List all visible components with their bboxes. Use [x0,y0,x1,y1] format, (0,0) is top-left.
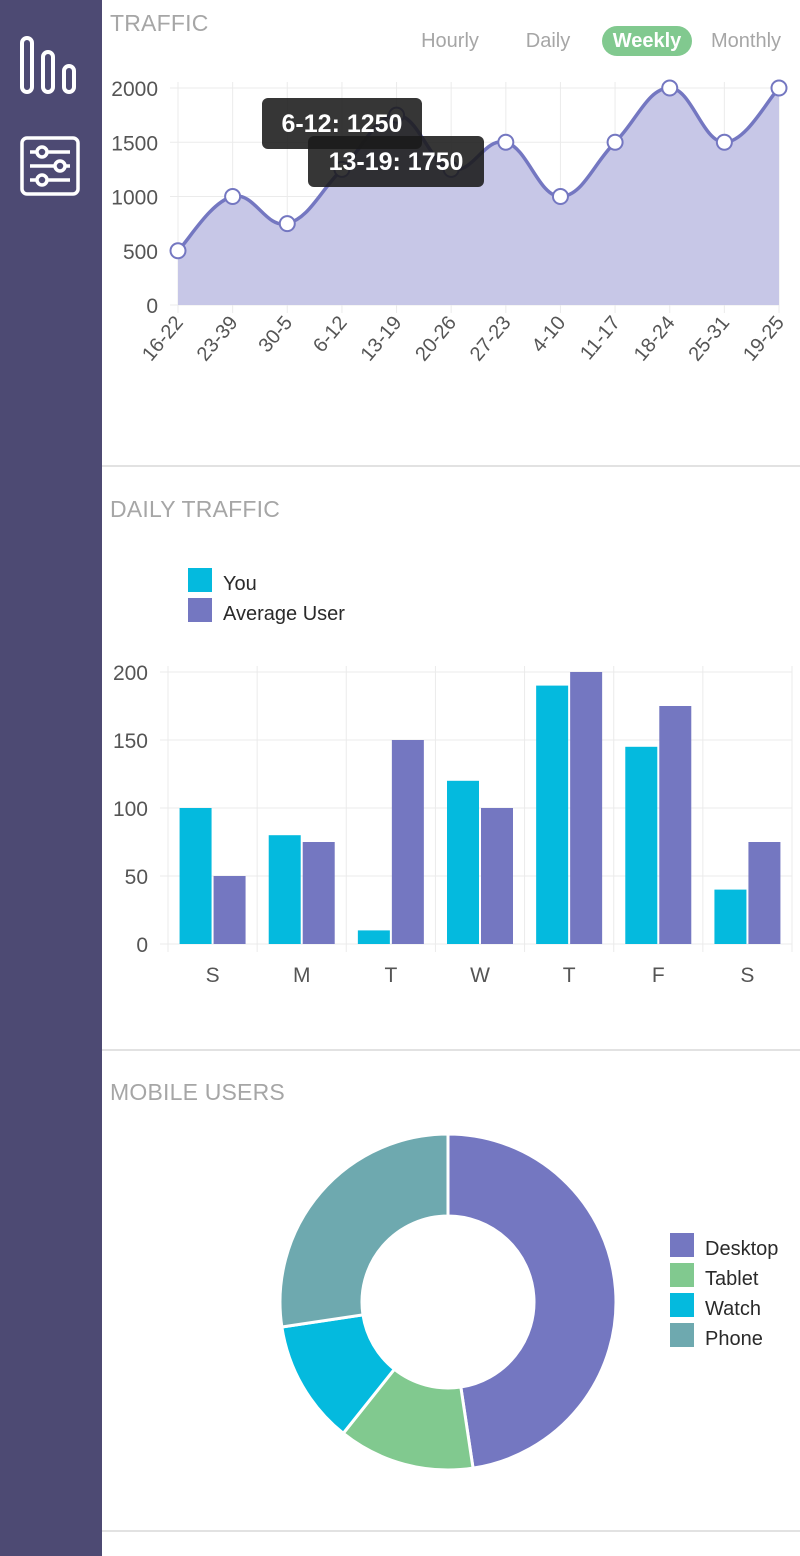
traffic-chart: 050010001500200016-22 23-39 30-5 6-12 13-19 2… [111,78,789,365]
bar-average-user [481,808,513,944]
bar-you [357,930,390,944]
x-tick-label: 6-12 [309,312,352,357]
daily-traffic-title: DAILY TRAFFIC [110,496,281,522]
mobile-users-title: MOBILE USERS [110,1079,285,1105]
bar-you [625,746,658,944]
main-content: TRAFFIC Hourly Daily Weekly Monthly 0 500… [102,0,800,1556]
x-tick-label: 18-24 [630,312,680,365]
data-point [551,188,569,205]
section-divider [102,1049,800,1051]
daily-traffic-chart: 0 50 100 150 200 S M T W T F S [113,662,793,987]
legend-label-average-user: Average User [223,603,345,625]
data-point [224,188,242,205]
x-tick-label: 23-39 [193,312,243,365]
bar-average-user [213,876,246,944]
bar-chart-icon[interactable] [18,32,82,96]
x-tick-label: T [563,964,576,987]
legend-label-desktop: Desktop [705,1238,779,1260]
y-tick-label: 200 [113,662,148,685]
sliders-icon[interactable] [18,134,82,198]
y-tick-label: 1500 [111,132,158,155]
legend-label-tablet: Tablet [705,1268,759,1290]
y-tick-label: 0 [136,934,148,957]
legend-swatch-phone [670,1323,694,1347]
x-tick-label: 4-10 [528,312,571,357]
bar-average-user [748,842,781,944]
y-tick-label: 50 [125,866,148,889]
bar-you [447,780,479,944]
x-tick-label: 16-22 [138,312,188,365]
y-tick-label: 100 [113,798,148,821]
x-tick-label: 19-25 [739,312,789,365]
x-tick-label: F [652,964,665,987]
bar-you [268,835,301,944]
legend-swatch-desktop [670,1233,694,1257]
data-point [661,79,679,97]
y-tick-label: 150 [113,730,148,753]
mobile-users-chart [278,1132,618,1472]
y-tick-label: 0 [146,295,158,318]
section-divider [102,465,800,467]
x-tick-label: 30-5 [255,312,298,357]
x-tick-label: 25-31 [684,312,734,365]
data-point [770,79,788,97]
tooltip-text: 13-19: 1750 [329,148,464,176]
x-tick-label: W [470,964,490,987]
bar-average-user [391,740,424,944]
slice-phone [278,1132,450,1329]
x-tick-label: 27-23 [466,312,516,365]
x-tick-label: T [384,964,397,987]
x-tick-label: S [206,964,220,987]
bar-you [179,808,212,944]
tooltip-text: 6-12: 1250 [282,110,403,138]
y-tick-label: 2000 [111,78,158,101]
slice-desktop [446,1132,618,1470]
section-divider [102,1530,800,1532]
bar-average-user [302,842,335,944]
bar-you [536,685,569,944]
legend-label-phone: Phone [705,1328,763,1350]
legend-swatch-tablet [670,1263,694,1287]
legend-label-you: You [223,573,257,595]
x-tick-label: S [740,964,754,987]
bar-you [714,889,747,944]
data-point [715,133,733,151]
legend-swatch-watch [670,1293,694,1317]
bar-average-user [659,706,692,944]
data-point [606,133,624,151]
legend-label-watch: Watch [705,1298,761,1320]
bar-average-user [570,672,603,944]
data-point [497,133,515,151]
x-tick-label: M [293,964,311,987]
data-point [278,215,296,233]
x-tick-label: 13-19 [357,312,407,365]
data-point [169,242,187,260]
legend-swatch-you [188,568,212,592]
y-tick-label: 500 [123,241,158,264]
sidebar [0,0,102,1556]
y-tick-label: 1000 [111,187,158,210]
x-tick-label: 11-17 [576,312,625,364]
legend-swatch-average-user [188,598,212,622]
x-tick-label: 20-26 [411,312,461,365]
